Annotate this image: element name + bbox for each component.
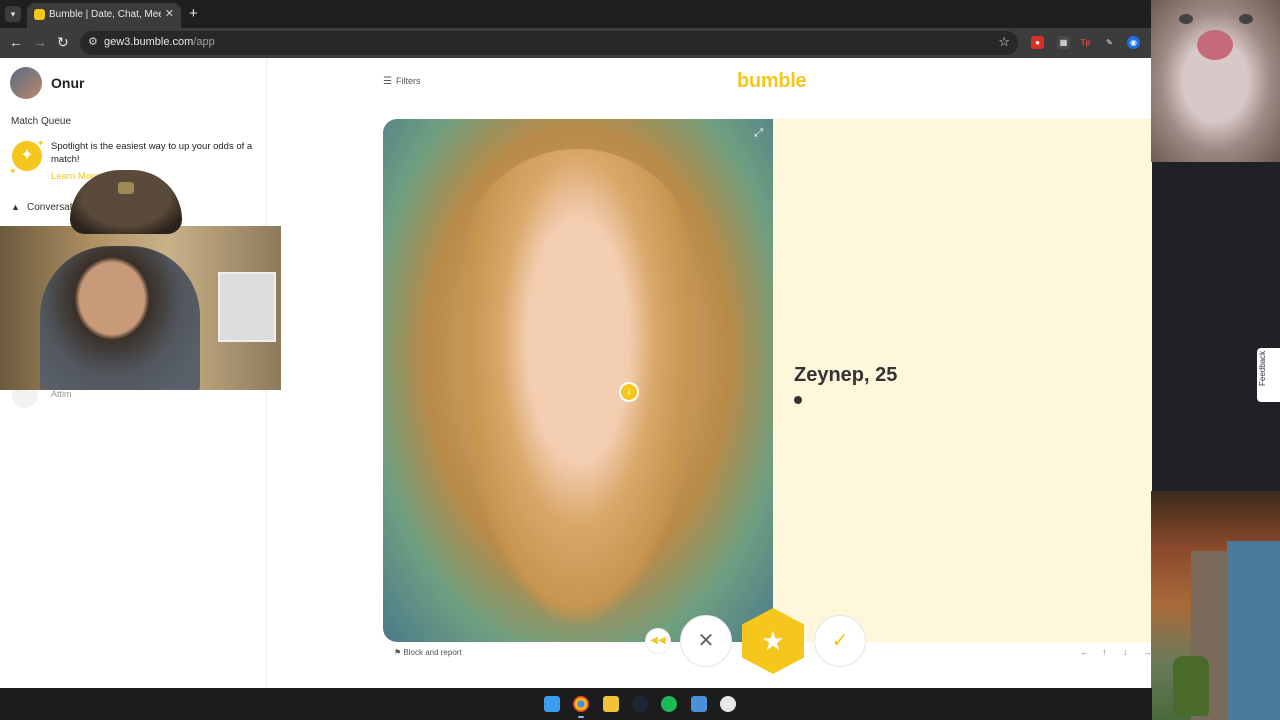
photos-icon[interactable] [691, 696, 707, 712]
browser-toolbar: ← → ↻ ⚙ gew3.bumble.com/app ☆ ● ▦ Tp ✎ ◉ [0, 28, 1152, 58]
url-host: gew3.bumble.com [104, 36, 194, 48]
taskbar [0, 688, 1152, 720]
back-icon[interactable]: ← [9, 34, 23, 50]
tab-title: Bumble | Date, Chat, Meet New [49, 9, 161, 20]
game-train [1227, 541, 1280, 720]
steam-icon[interactable] [632, 696, 648, 712]
bumble-favicon-icon [34, 9, 45, 20]
extension-tp-icon[interactable]: Tp [1079, 36, 1092, 49]
forward-icon[interactable]: → [33, 34, 47, 50]
reload-icon[interactable]: ↻ [57, 34, 69, 51]
cat-eye [1239, 14, 1253, 24]
profile-badge-icon [794, 396, 802, 404]
scroll-down-icon[interactable]: ↓ [619, 382, 639, 402]
filters-label: Filters [395, 76, 421, 86]
rewind-icon: ◀◀ [650, 635, 666, 646]
conversation-name[interactable]: Attim [51, 389, 72, 399]
extension-blue-icon[interactable]: ◉ [1127, 36, 1140, 49]
flag-icon: ⚑ [394, 648, 404, 657]
user-avatar[interactable] [10, 67, 42, 99]
chevron-up-icon[interactable]: ▲ [11, 202, 20, 212]
check-icon: ✓ [831, 630, 849, 652]
pass-button[interactable]: ✕ [680, 615, 732, 667]
cat-mouth [1197, 30, 1233, 60]
game-video-overlay [1151, 491, 1280, 720]
user-name[interactable]: Onur [51, 75, 84, 91]
keyboard-hint-up: ↑ [1102, 647, 1107, 657]
like-button[interactable]: ✓ [814, 615, 866, 667]
profile-photo-subject [458, 149, 698, 629]
match-queue-title: Match Queue [11, 116, 72, 127]
bookmark-star-icon[interactable]: ☆ [998, 34, 1010, 50]
url-text[interactable]: gew3.bumble.com/app [104, 36, 215, 48]
browser-tab[interactable]: Bumble | Date, Chat, Meet New ✕ [27, 3, 181, 28]
webcam-person [40, 246, 200, 390]
star-icon: ★ [761, 626, 785, 656]
extension-red-icon[interactable]: ● [1031, 36, 1044, 49]
chrome-icon[interactable] [573, 696, 589, 712]
address-bar[interactable]: ⚙ gew3.bumble.com/app ☆ [80, 31, 1018, 55]
block-report-label: Block and report [403, 648, 462, 657]
windows-start-icon[interactable] [544, 696, 560, 712]
rewind-button[interactable]: ◀◀ [645, 628, 671, 654]
keyboard-hint-down: ↓ [1123, 647, 1128, 657]
profile-name: Zeynep, 25 [794, 364, 898, 386]
browser-tab-strip: ▾ Bumble | Date, Chat, Meet New ✕ + [0, 0, 1280, 28]
bumble-logo: bumble [737, 70, 807, 92]
tab-search-icon[interactable]: ▾ [5, 6, 21, 22]
sparkle-icon: ✦ [37, 138, 45, 148]
extension-calendar-icon[interactable]: ▦ [1057, 36, 1070, 49]
extension-pen-icon[interactable]: ✎ [1103, 36, 1116, 49]
profile-photo[interactable]: ⤢ ↓ [383, 119, 773, 642]
expand-icon[interactable]: ⤢ [754, 127, 763, 140]
profile-info-panel: Zeynep, 25 [773, 119, 1152, 642]
close-icon: ✕ [697, 630, 715, 652]
hat-badge-icon [118, 182, 134, 194]
new-tab-icon[interactable]: + [189, 5, 198, 22]
site-info-icon[interactable]: ⚙ [88, 35, 98, 48]
cat-eye [1179, 14, 1193, 24]
feedback-tab[interactable]: Feedback [1257, 348, 1280, 402]
filters-button[interactable]: ☰ Filters [383, 76, 420, 87]
keyboard-hint-left: ← [1080, 647, 1089, 657]
cat-video-overlay [1151, 0, 1280, 162]
block-report-link[interactable]: ⚑ Block and report [394, 648, 462, 657]
file-explorer-icon[interactable] [603, 696, 619, 712]
webcam-overlay [0, 226, 281, 390]
clock-app-icon[interactable] [720, 696, 736, 712]
chrome-active-indicator [578, 716, 584, 718]
sparkle-icon: ✦ [9, 166, 17, 176]
sliders-icon: ☰ [383, 76, 392, 87]
spotify-icon[interactable] [661, 696, 677, 712]
profile-card: ⤢ ↓ Zeynep, 25 [383, 119, 1152, 642]
url-path: /app [193, 36, 215, 48]
game-runner [1173, 656, 1209, 716]
webcam-poster [218, 272, 276, 342]
tab-close-icon[interactable]: ✕ [165, 7, 174, 20]
feedback-label: Feedback [1258, 350, 1267, 386]
spotlight-text: Spotlight is the easiest way to up your … [51, 141, 253, 165]
